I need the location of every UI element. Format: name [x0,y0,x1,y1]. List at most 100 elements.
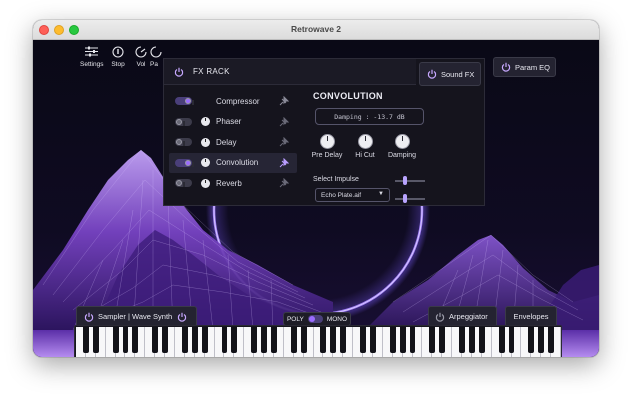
piano-black-key[interactable] [122,327,129,353]
pan-icon [150,45,162,58]
piano-black-key[interactable] [369,327,376,353]
sound-fx-power-icon [427,69,437,79]
param-eq-label: Param EQ [515,62,551,72]
impulse-select[interactable]: Echo Plate.aif ▼ [315,188,390,202]
power-icon [435,312,445,322]
piano-black-key[interactable] [389,327,396,353]
envelopes-button[interactable]: Envelopes [505,306,557,327]
fx-item-convolution[interactable]: Convolution [169,152,297,173]
wave-synth-power-icon[interactable] [177,312,187,322]
sound-fx-button[interactable]: Sound FX [419,62,481,86]
pin-icon[interactable] [279,116,289,127]
select-impulse-label: Select Impulse [313,176,359,183]
delay-knob-icon [201,137,210,147]
fx-item-delay[interactable]: Delay [169,132,297,153]
piano-black-key[interactable] [498,327,505,353]
hi-cut-control[interactable]: Hi Cut [345,134,385,159]
poly-mono-switch[interactable]: POLY MONO [283,312,351,326]
piano-black-key[interactable] [478,327,485,353]
piano-black-key[interactable] [439,327,446,353]
piano-black-key[interactable] [330,327,337,353]
piano-black-key[interactable] [82,327,89,353]
phaser-knob-icon [201,117,210,127]
envelopes-label: Envelopes [513,312,549,321]
piano-black-key[interactable] [320,327,327,353]
impulse-slider-bottom-handle[interactable] [403,194,407,203]
phaser-toggle[interactable] [175,117,192,126]
piano-black-key[interactable] [399,327,406,353]
poly-mono-toggle[interactable] [307,315,323,323]
pin-icon[interactable] [279,178,289,188]
piano-keyboard[interactable]: C0C1C2C3C4C5C6 [76,327,561,357]
pin-icon[interactable] [279,96,289,106]
app-window: Retrowave 2 Settings Stop Vol Pa FX RACK… [33,20,599,357]
mono-label: MONO [326,315,348,323]
piano-black-key[interactable] [468,327,475,353]
param-eq-button[interactable]: Param EQ [493,57,556,77]
toolbar-settings[interactable]: Settings [80,44,104,68]
impulse-slider-bottom[interactable] [395,198,425,200]
power-icon [84,312,94,322]
convolution-title: CONVOLUTION [313,91,383,101]
sound-fx-label: Sound FX [441,69,475,79]
piano-black-key[interactable] [251,327,258,353]
stop-icon [112,45,124,58]
piano-black-key[interactable] [231,327,238,353]
impulse-slider-top-handle[interactable] [403,176,407,185]
synth-view: Settings Stop Vol Pa FX RACK Compressor … [33,40,599,357]
piano-black-key[interactable] [181,327,188,353]
piano-black-key[interactable] [261,327,268,353]
piano-black-key[interactable] [300,327,307,353]
toolbar-vol[interactable]: Vol [130,44,152,68]
piano-black-key[interactable] [152,327,159,353]
piano-black-key[interactable] [201,327,208,353]
piano-black-key[interactable] [162,327,169,353]
impulse-slider-top[interactable] [395,180,425,182]
sampler-wave-synth-button[interactable]: Sampler | Wave Synth [76,306,197,327]
piano-black-key[interactable] [340,327,347,353]
piano-black-key[interactable] [290,327,297,353]
piano-black-key[interactable] [92,327,99,353]
piano-black-key[interactable] [409,327,416,353]
piano-black-key[interactable] [191,327,198,353]
damping-control[interactable]: Damping [382,134,422,159]
piano-black-key[interactable] [221,327,228,353]
fx-rack-power-icon[interactable] [174,67,184,77]
damping-readout: Damping : -13.7 dB [315,108,424,125]
sampler-power-icon[interactable] [84,312,94,322]
pre-delay-knob[interactable] [319,134,335,149]
piano-black-key[interactable] [548,327,555,353]
pin-icon[interactable] [279,157,289,168]
sampler-label: Sampler | Wave Synth [98,312,173,321]
piano-black-key[interactable] [132,327,139,353]
pin-icon[interactable] [279,137,289,147]
toolbar-stop[interactable]: Stop [107,44,129,68]
delay-toggle[interactable] [175,138,192,147]
fx-item-reverb[interactable]: Reverb [169,173,297,194]
fx-item-phaser[interactable]: Phaser [169,112,297,133]
pre-delay-control[interactable]: Pre Delay [307,134,347,159]
poly-label: POLY [286,315,304,323]
impulse-select-value: Echo Plate.aif [321,191,362,199]
piano-black-key[interactable] [270,327,277,353]
piano-black-key[interactable] [459,327,465,353]
toolbar-settings-label: Settings [80,61,104,68]
power-icon [427,69,437,79]
damping-knob[interactable] [394,134,410,149]
compressor-toggle[interactable] [175,97,194,106]
power-icon [178,312,187,322]
piano-black-key[interactable] [528,327,535,353]
piano-black-key[interactable] [112,327,119,353]
piano-black-key[interactable] [429,327,436,353]
convolution-toggle[interactable] [175,158,194,167]
toolbar-pan[interactable]: Pa [150,44,163,68]
power-icon [501,62,511,72]
reverb-toggle[interactable] [175,179,192,188]
piano-black-key[interactable] [508,327,515,353]
hi-cut-knob[interactable] [357,134,373,149]
arpeggiator-button[interactable]: Arpeggiator [428,306,497,327]
piano-black-key[interactable] [538,327,545,353]
piano-black-key[interactable] [360,327,366,353]
fx-rack-header: FX RACK [164,59,416,85]
fx-item-compressor[interactable]: Compressor [169,91,297,112]
